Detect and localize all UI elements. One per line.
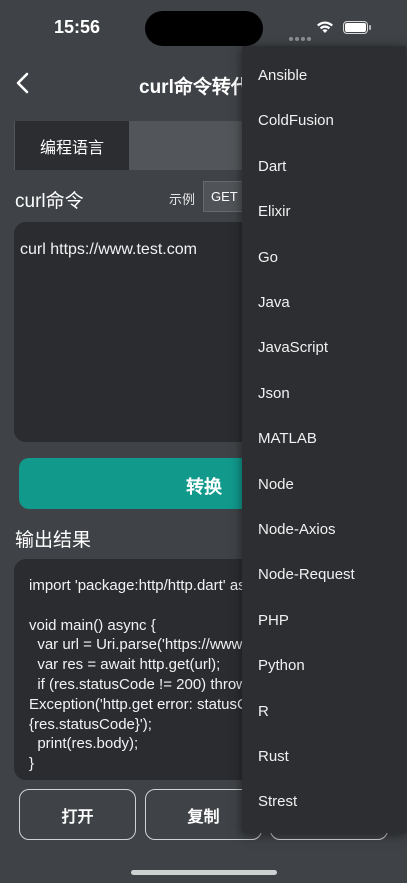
code-line: if (res.statusCode != 200) throw (29, 675, 248, 693)
code-line: import 'package:http/http.dart' as http; (29, 577, 246, 594)
code-line: {res.statusCode}'); (29, 715, 152, 733)
code-line: print(res.body); (29, 735, 139, 753)
code-line: Exception('http.get error: statusCode= $ (29, 695, 249, 713)
menu-item-dart[interactable]: Dart (242, 144, 406, 189)
page-title: curl命令转代码 (139, 77, 249, 98)
curl-section-label: curl命令 (15, 191, 84, 212)
code-line: void main() async { (29, 616, 156, 634)
menu-item-python[interactable]: Python (242, 643, 406, 688)
menu-item-coldfusion[interactable]: ColdFusion (242, 98, 406, 143)
code-line: var url = Uri.parse('https://www.test.co… (37, 636, 249, 654)
back-chevron-icon[interactable] (12, 70, 36, 96)
menu-item-node-axios[interactable]: Node-Axios (242, 507, 406, 552)
language-dropdown-menu: Ansible ColdFusion Dart Elixir Go Java JavaScr… (242, 46, 406, 833)
menu-item-go[interactable]: Go (242, 235, 406, 280)
status-time: 15:56 (54, 17, 101, 37)
convert-button-label: 转换 (186, 477, 222, 497)
menu-item-elixir[interactable]: Elixir (242, 189, 406, 234)
menu-item-strest[interactable]: Strest (242, 779, 406, 824)
home-indicator (131, 870, 277, 875)
menu-item-ansible[interactable]: Ansible (242, 53, 406, 98)
battery-tip (369, 25, 371, 30)
menu-item-java[interactable]: Java (242, 280, 406, 325)
menu-item-r[interactable]: R (242, 689, 406, 734)
menu-item-json[interactable]: Json (242, 371, 406, 416)
dynamic-island (145, 11, 263, 46)
menu-item-matlab[interactable]: MATLAB (242, 416, 406, 461)
signal-icon (289, 28, 313, 41)
open-button[interactable]: 打开 (19, 789, 136, 840)
menu-item-php[interactable]: PHP (242, 598, 406, 643)
output-section-label: 输出结果 (15, 530, 92, 551)
wifi-icon (317, 21, 333, 33)
example-label: 示例 (169, 192, 196, 207)
battery-icon (343, 21, 368, 34)
menu-item-node-request[interactable]: Node-Request (242, 552, 406, 597)
menu-item-javascript[interactable]: JavaScript (242, 325, 406, 370)
curl-input-text: curl https://www.test.com (20, 241, 197, 258)
menu-item-rust[interactable]: Rust (242, 734, 406, 779)
segment-programming-language[interactable]: 编程语言 (15, 121, 129, 170)
code-line: } (29, 755, 35, 773)
code-line: var res = await http.get(url); (29, 656, 221, 674)
menu-item-node[interactable]: Node (242, 462, 406, 507)
convert-button[interactable] (19, 458, 269, 509)
output-code: import 'package:http/http.dart' as http;… (29, 576, 249, 774)
